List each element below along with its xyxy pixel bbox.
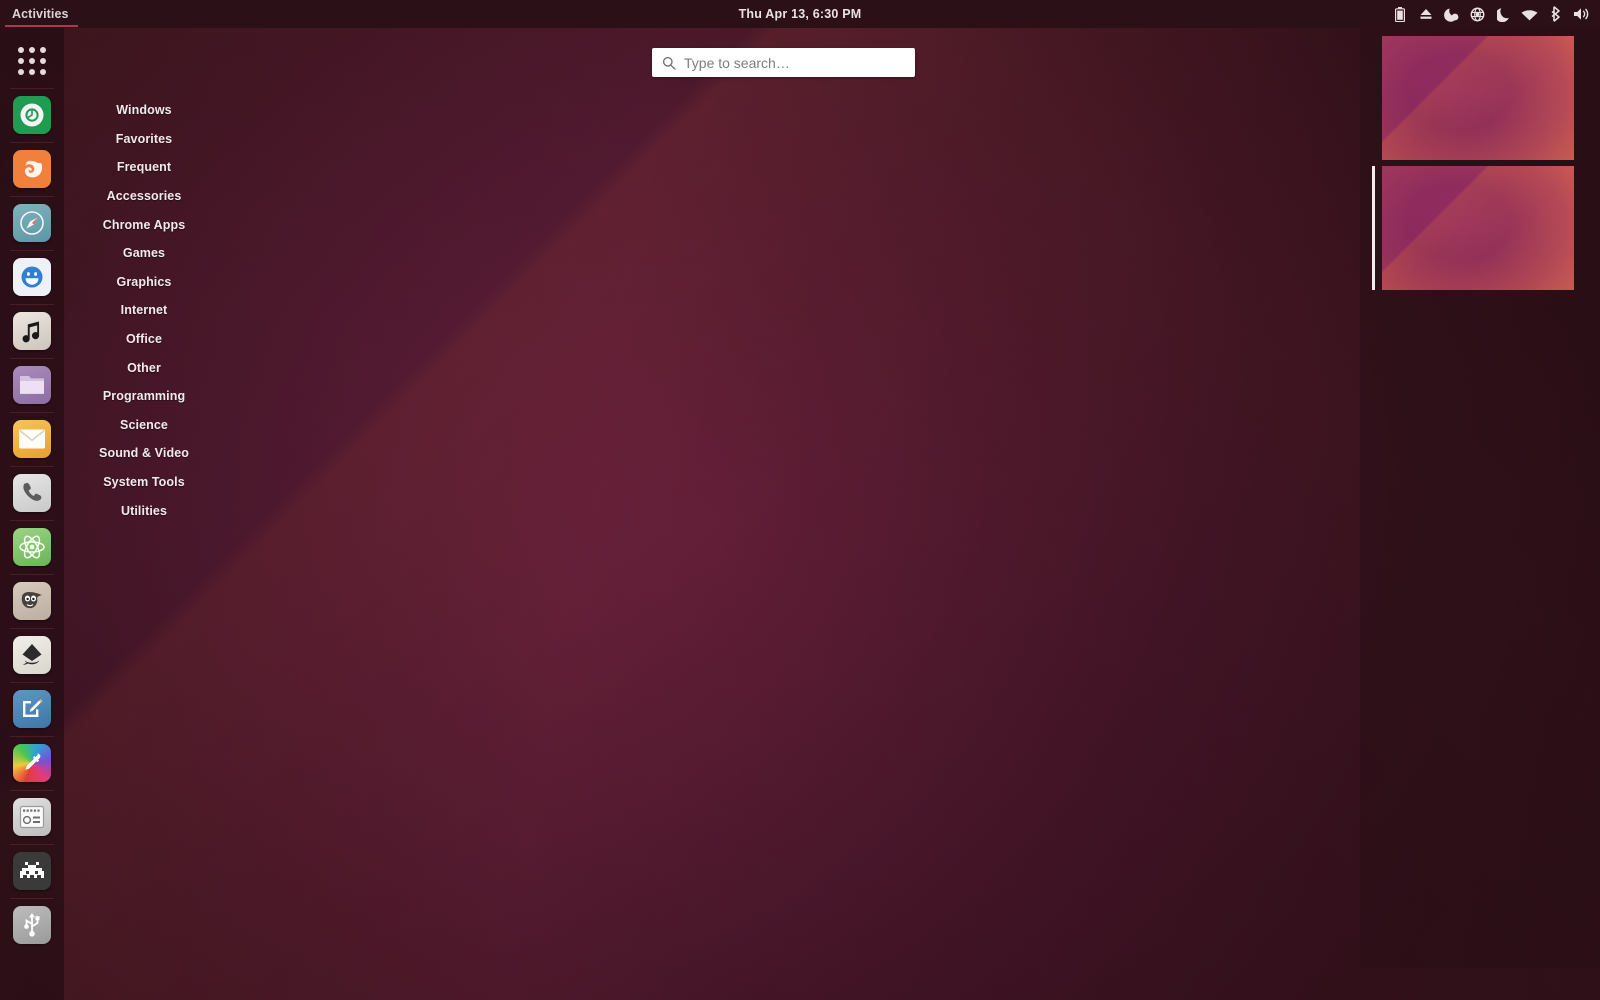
dock-item-chrome[interactable] <box>0 88 64 142</box>
dock <box>0 28 64 1000</box>
category-games[interactable]: Games <box>64 239 224 268</box>
compass-browser-icon <box>13 204 51 242</box>
search-placeholder: Type to search… <box>684 54 790 71</box>
wifi-icon[interactable] <box>1521 6 1538 23</box>
firefox-icon <box>13 150 51 188</box>
category-science[interactable]: Science <box>64 411 224 440</box>
category-accessories[interactable]: Accessories <box>64 182 224 211</box>
space-invader-icon <box>13 852 51 890</box>
pen-draw-icon <box>13 690 51 728</box>
atom-icon <box>13 528 51 566</box>
dock-item-web-browser[interactable] <box>0 196 64 250</box>
category-favorites[interactable]: Favorites <box>64 125 224 154</box>
dock-item-retro-game[interactable] <box>0 844 64 898</box>
workspace-preview-1 <box>1382 36 1574 160</box>
search-icon <box>662 56 676 70</box>
dock-item-usb[interactable] <box>0 898 64 952</box>
dock-item-inkscape[interactable] <box>0 628 64 682</box>
envelope-icon <box>13 420 51 458</box>
usb-icon <box>13 906 51 944</box>
eject-icon[interactable] <box>1417 6 1434 23</box>
show-applications-button[interactable] <box>0 34 64 88</box>
gimp-wilber-icon <box>13 582 51 620</box>
dock-item-mail[interactable] <box>0 412 64 466</box>
category-list: Windows Favorites Frequent Accessories C… <box>64 96 224 525</box>
category-other[interactable]: Other <box>64 353 224 382</box>
category-windows[interactable]: Windows <box>64 96 224 125</box>
dock-item-audio-mixer[interactable] <box>0 790 64 844</box>
bluetooth-icon[interactable] <box>1547 6 1564 23</box>
folder-icon <box>13 366 51 404</box>
dock-item-phone[interactable] <box>0 466 64 520</box>
category-programming[interactable]: Programming <box>64 382 224 411</box>
workspace-indicator-1 <box>1372 36 1375 160</box>
category-office[interactable]: Office <box>64 325 224 354</box>
network-globe-icon[interactable] <box>1469 6 1486 23</box>
activities-label: Activities <box>12 7 69 21</box>
inkscape-icon <box>13 636 51 674</box>
dock-item-drawing[interactable] <box>0 682 64 736</box>
dock-item-music[interactable] <box>0 304 64 358</box>
workspace-switcher <box>1360 28 1600 968</box>
phone-handset-icon <box>13 474 51 512</box>
music-note-icon <box>13 312 51 350</box>
night-light-icon[interactable] <box>1443 6 1460 23</box>
workspace-thumbnail-1[interactable] <box>1382 36 1574 160</box>
category-frequent[interactable]: Frequent <box>64 153 224 182</box>
mixer-icon <box>13 798 51 836</box>
grid-apps-icon <box>15 44 49 78</box>
dock-item-color-picker[interactable] <box>0 736 64 790</box>
desktop-overview: Activities Thu Apr 13, 6:30 PM Windows F… <box>0 0 1600 1000</box>
search-box[interactable]: Type to search… <box>652 48 915 77</box>
category-graphics[interactable]: Graphics <box>64 268 224 297</box>
category-utilities[interactable]: Utilities <box>64 496 224 525</box>
dock-item-messenger[interactable] <box>0 250 64 304</box>
smiley-face-icon <box>13 258 51 296</box>
clock-label[interactable]: Thu Apr 13, 6:30 PM <box>739 7 862 21</box>
dark-mode-moon-icon[interactable] <box>1495 6 1512 23</box>
workspace-thumbnail-2[interactable] <box>1372 166 1574 290</box>
activities-active-underline <box>5 25 78 27</box>
category-chrome-apps[interactable]: Chrome Apps <box>64 210 224 239</box>
category-system-tools[interactable]: System Tools <box>64 468 224 497</box>
battery-icon[interactable] <box>1391 6 1408 23</box>
workspace-indicator-2 <box>1372 166 1375 290</box>
clock: Thu Apr 13, 6:30 PM <box>0 7 1600 21</box>
dock-item-files[interactable] <box>0 358 64 412</box>
category-sound-video[interactable]: Sound & Video <box>64 439 224 468</box>
dock-item-firefox[interactable] <box>0 142 64 196</box>
activities-button[interactable]: Activities <box>0 0 83 28</box>
eyedropper-icon <box>13 744 51 782</box>
workspace-preview-2 <box>1382 166 1574 290</box>
system-tray <box>1391 0 1590 28</box>
volume-icon[interactable] <box>1573 6 1590 23</box>
dock-item-science[interactable] <box>0 520 64 574</box>
top-bar: Activities Thu Apr 13, 6:30 PM <box>0 0 1600 28</box>
dock-item-gimp[interactable] <box>0 574 64 628</box>
category-internet[interactable]: Internet <box>64 296 224 325</box>
chrome-icon <box>13 96 51 134</box>
